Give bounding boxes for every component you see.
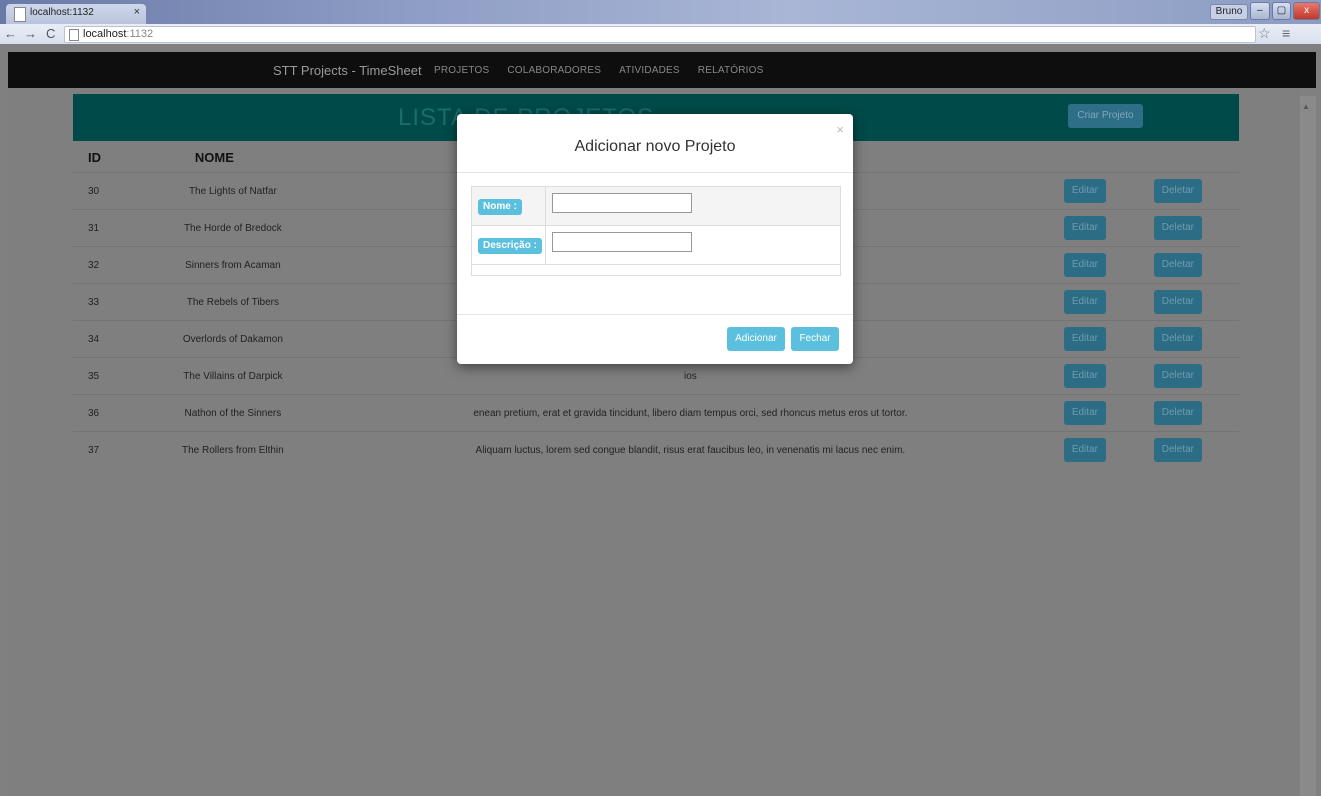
nav-link-relatorios[interactable]: RELATÓRIOS: [698, 65, 764, 76]
delete-button[interactable]: Deletar: [1153, 364, 1202, 388]
edit-button[interactable]: Editar: [1063, 216, 1106, 240]
row-description: Aliquam luctus, lorem sed congue blandit…: [317, 431, 1063, 468]
row-actions: Editar Deletar: [1062, 283, 1239, 321]
row-name: The Rebels of Tibers: [147, 283, 318, 321]
browser-tab[interactable]: localhost:1132 ×: [6, 4, 146, 24]
form-row-spacer: [472, 265, 840, 275]
nav-links: PROJETOS COLABORADORES ATIVIDADES RELATÓ…: [434, 65, 764, 76]
row-name: The Lights of Natfar: [147, 172, 318, 210]
delete-button[interactable]: Deletar: [1153, 179, 1202, 203]
table-row: 36 Nathon of the Sinners enean pretium, er…: [73, 394, 1239, 432]
url-text: localhost:1132: [83, 28, 154, 40]
create-project-button[interactable]: Criar Projeto: [1068, 104, 1143, 128]
delete-button[interactable]: Deletar: [1153, 327, 1202, 351]
row-id: 35: [73, 357, 148, 395]
row-id: 31: [73, 209, 148, 247]
window-controls: – ▢ x: [1250, 2, 1320, 20]
modal-close-icon[interactable]: ×: [836, 122, 844, 137]
scroll-up-arrow-icon[interactable]: ▲: [1302, 102, 1312, 112]
edit-button[interactable]: Editar: [1063, 401, 1106, 425]
add-project-modal: × Adicionar novo Projeto Nome : Descriçã…: [457, 114, 853, 364]
name-input[interactable]: [552, 193, 692, 213]
modal-divider: [457, 172, 853, 173]
edit-button[interactable]: Editar: [1063, 179, 1106, 203]
close-window-button[interactable]: x: [1293, 2, 1320, 20]
description-input[interactable]: [552, 232, 692, 252]
document-icon: [14, 7, 26, 22]
row-name: The Horde of Bredock: [147, 209, 318, 247]
brand-link[interactable]: STT Projects - TimeSheet: [273, 63, 422, 78]
row-actions: Editar Deletar: [1062, 209, 1239, 247]
form-label-cell: Nome :: [472, 187, 546, 225]
delete-button[interactable]: Deletar: [1153, 253, 1202, 277]
minimize-button[interactable]: –: [1250, 2, 1270, 20]
profile-badge[interactable]: Bruno: [1210, 4, 1248, 20]
browser-toolbar: ← → C localhost:1132 ☆ ≡: [0, 24, 1321, 44]
row-id: 32: [73, 246, 148, 284]
tab-close-icon[interactable]: ×: [134, 6, 140, 18]
row-actions: Editar Deletar: [1062, 394, 1239, 432]
edit-button[interactable]: Editar: [1063, 438, 1106, 462]
delete-button[interactable]: Deletar: [1153, 401, 1202, 425]
form-label-cell: Descrição :: [472, 226, 546, 264]
description-label: Descrição :: [478, 238, 542, 254]
tab-title: localhost:1132: [30, 7, 94, 18]
row-actions: Editar Deletar: [1062, 172, 1239, 210]
vertical-scrollbar[interactable]: ▲: [1300, 96, 1316, 796]
edit-button[interactable]: Editar: [1063, 364, 1106, 388]
form-row-name: Nome :: [472, 187, 840, 226]
row-name: The Villains of Darpick: [147, 357, 318, 395]
top-navbar: STT Projects - TimeSheet PROJETOS COLABO…: [8, 52, 1316, 88]
row-name: The Rollers from Elthin: [147, 431, 318, 468]
back-arrow-icon[interactable]: ←: [4, 26, 17, 41]
row-name: Sinners from Acaman: [147, 246, 318, 284]
header-id: ID: [88, 149, 101, 165]
row-id: 33: [73, 283, 148, 321]
delete-button[interactable]: Deletar: [1153, 216, 1202, 240]
header-actions: [1063, 142, 1239, 173]
form-row-description: Descrição :: [472, 226, 840, 265]
nav-link-colaboradores[interactable]: COLABORADORES: [507, 65, 601, 76]
bookmark-star-icon[interactable]: ☆: [1258, 25, 1271, 42]
delete-button[interactable]: Deletar: [1153, 438, 1202, 462]
row-id: 37: [73, 431, 148, 468]
row-actions: Editar Deletar: [1062, 431, 1239, 468]
row-id: 30: [73, 172, 148, 210]
project-form: Nome : Descrição :: [471, 186, 841, 276]
maximize-button[interactable]: ▢: [1271, 2, 1292, 20]
reload-icon[interactable]: C: [46, 26, 55, 41]
edit-button[interactable]: Editar: [1063, 290, 1106, 314]
modal-title: Adicionar novo Projeto: [574, 138, 736, 155]
edit-button[interactable]: Editar: [1063, 327, 1106, 351]
row-actions: Editar Deletar: [1062, 320, 1239, 358]
row-id: 36: [73, 394, 148, 432]
nav-link-atividades[interactable]: ATIVIDADES: [619, 65, 680, 76]
header-name: NOME: [194, 149, 234, 165]
browser-titlebar: localhost:1132 × Bruno – ▢ x: [0, 0, 1321, 24]
add-button[interactable]: Adicionar: [727, 327, 785, 351]
row-actions: Editar Deletar: [1062, 246, 1239, 284]
delete-button[interactable]: Deletar: [1153, 290, 1202, 314]
close-button[interactable]: Fechar: [791, 327, 839, 351]
row-description: enean pretium, erat et gravida tincidunt…: [317, 394, 1063, 432]
row-name: Overlords of Dakamon: [147, 320, 318, 358]
page-icon: [69, 29, 79, 41]
row-id: 34: [73, 320, 148, 358]
table-row: 37 The Rollers from Elthin Aliquam luctus,…: [73, 431, 1239, 468]
row-actions: Editar Deletar: [1062, 357, 1239, 395]
address-bar[interactable]: localhost:1132: [64, 26, 1256, 43]
nav-link-projetos[interactable]: PROJETOS: [434, 65, 489, 76]
edit-button[interactable]: Editar: [1063, 253, 1106, 277]
forward-arrow-icon[interactable]: →: [24, 26, 37, 41]
row-name: Nathon of the Sinners: [147, 394, 318, 432]
name-label: Nome :: [478, 199, 522, 215]
menu-icon[interactable]: ≡: [1282, 25, 1290, 41]
modal-footer-divider: [457, 314, 853, 315]
